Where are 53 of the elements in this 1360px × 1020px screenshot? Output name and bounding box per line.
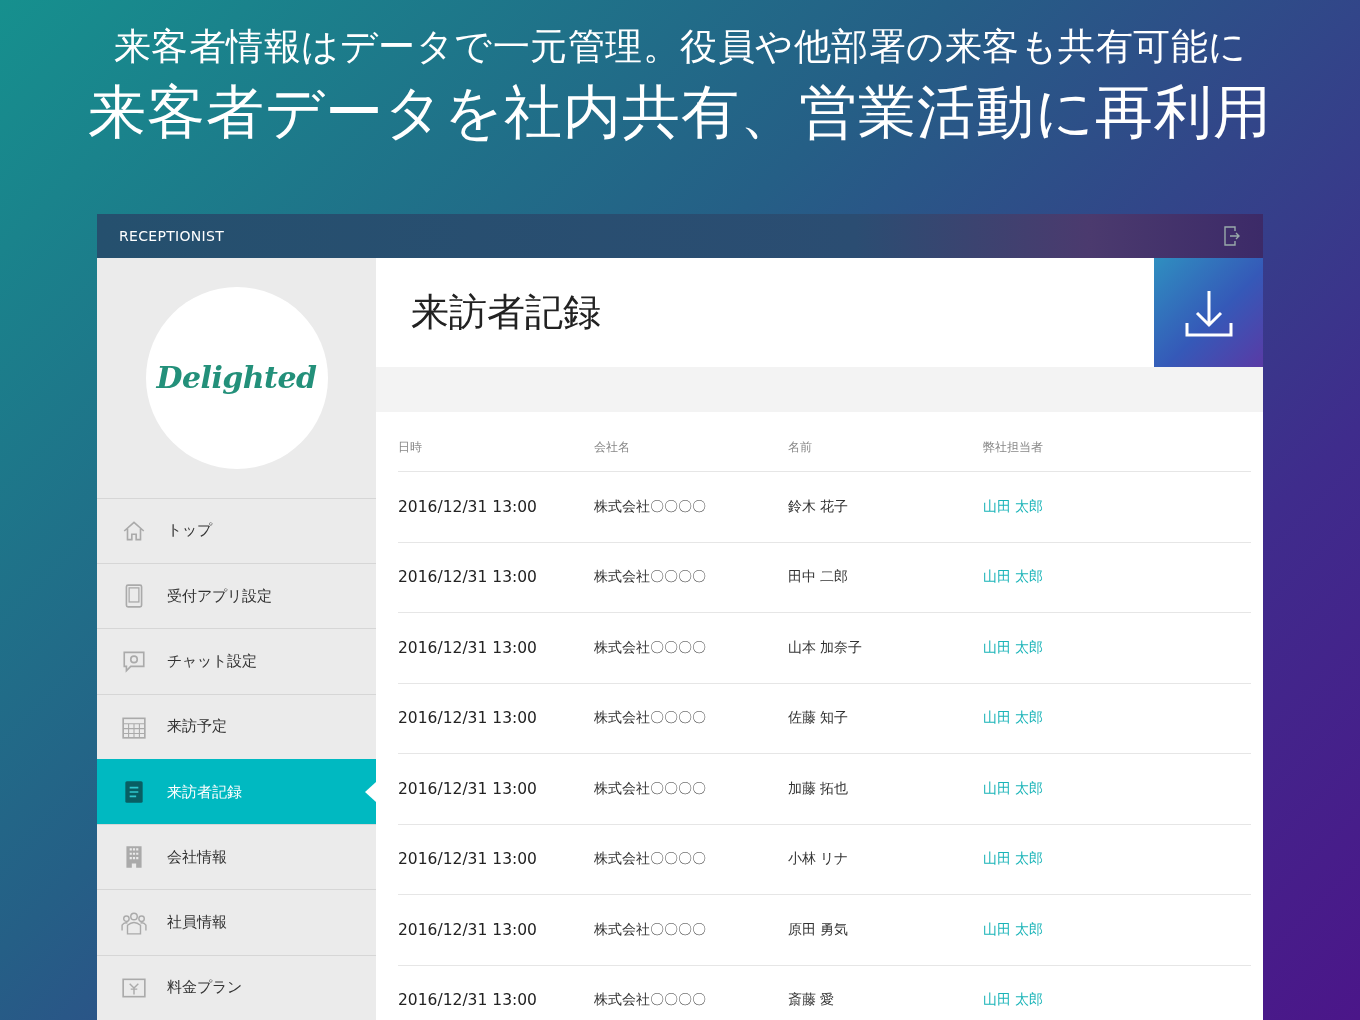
sidebar-item[interactable]: トップ xyxy=(97,497,376,564)
staff-link[interactable]: 山田 太郎 xyxy=(983,568,1251,587)
table-cell-text: 株式会社〇〇〇〇 xyxy=(594,920,707,939)
table-cell-text: 2016/12/31 13:00 xyxy=(398,779,538,798)
table-cell-text: 株式会社〇〇〇〇 xyxy=(594,497,707,516)
table-cell-text: 2016/12/31 13:00 xyxy=(398,850,538,869)
column-header: 会社名 xyxy=(594,439,631,456)
table-cell-text: 2016/12/31 13:00 xyxy=(398,709,538,728)
staff-link[interactable]: 山田 太郎 xyxy=(983,779,1251,798)
sidebar-item[interactable]: 社員情報 xyxy=(97,889,376,955)
table-cell-text: 田中 二郎 xyxy=(788,568,850,587)
table-cell-text: 株式会社〇〇〇〇 xyxy=(594,709,707,728)
sidebar-item[interactable]: 料金プラン xyxy=(97,954,376,1020)
selection-pointer xyxy=(365,782,376,802)
staff-link[interactable]: 山田 太郎 xyxy=(983,709,1251,728)
staff-link[interactable]: 山田 太郎 xyxy=(983,920,1251,939)
table-cell-text: 加藤 拓也 xyxy=(788,779,850,798)
staff-link[interactable]: 山田 太郎 xyxy=(983,991,1251,1010)
table-cell-text: 鈴木 花子 xyxy=(788,497,850,516)
sidebar-item[interactable]: チャット設定 xyxy=(97,628,376,694)
table-cell-text: 株式会社〇〇〇〇 xyxy=(594,638,707,657)
table-cell-text: 株式会社〇〇〇〇 xyxy=(594,779,707,798)
sidebar-item[interactable]: 来訪予定 xyxy=(97,693,376,759)
table-cell-text: 株式会社〇〇〇〇 xyxy=(594,850,707,869)
download-icon xyxy=(1184,288,1233,337)
table-cell-text: 株式会社〇〇〇〇 xyxy=(594,568,707,587)
subheadline: 来客者情報はデータで一元管理。役員や他部署の来客も共有可能に xyxy=(113,24,1247,70)
table-cell-text: 斎藤 愛 xyxy=(788,991,836,1010)
column-header: 弊社担当者 xyxy=(983,439,1044,456)
headline: 来客者データを社内共有、営業活動に再利用 xyxy=(88,77,1272,148)
page-title: 来訪者記録 xyxy=(410,289,602,336)
sidebar-item[interactable]: 来訪者記録 xyxy=(97,758,376,825)
staff-link[interactable]: 山田 太郎 xyxy=(983,638,1251,657)
table-cell-text: 2016/12/31 13:00 xyxy=(398,568,538,587)
column-header: 日時 xyxy=(398,439,423,456)
table-cell-text: 2016/12/31 13:00 xyxy=(398,497,538,516)
table-cell-text: 山本 加奈子 xyxy=(788,638,864,657)
column-header: 名前 xyxy=(788,439,813,456)
table-cell-text: 2016/12/31 13:00 xyxy=(398,920,538,939)
table-cell-text: 株式会社〇〇〇〇 xyxy=(594,991,707,1010)
table-cell-text: 小林 リナ xyxy=(788,850,850,869)
sidebar-item[interactable]: 会社情報 xyxy=(97,824,376,890)
app-brand: RECEPTIONIST xyxy=(119,228,224,244)
logo: Delighted xyxy=(156,360,317,396)
logout-icon[interactable] xyxy=(1223,225,1241,247)
table-cell-text: 原田 勇気 xyxy=(788,920,850,939)
table-cell-text: 2016/12/31 13:00 xyxy=(398,991,538,1010)
table-cell-text: 佐藤 知子 xyxy=(788,709,850,728)
download-button[interactable] xyxy=(1154,258,1263,367)
table-cell-text: 2016/12/31 13:00 xyxy=(398,638,538,657)
staff-link[interactable]: 山田 太郎 xyxy=(983,850,1251,869)
sidebar-item[interactable]: 受付アプリ設定 xyxy=(97,563,376,629)
staff-link[interactable]: 山田 太郎 xyxy=(983,497,1251,516)
